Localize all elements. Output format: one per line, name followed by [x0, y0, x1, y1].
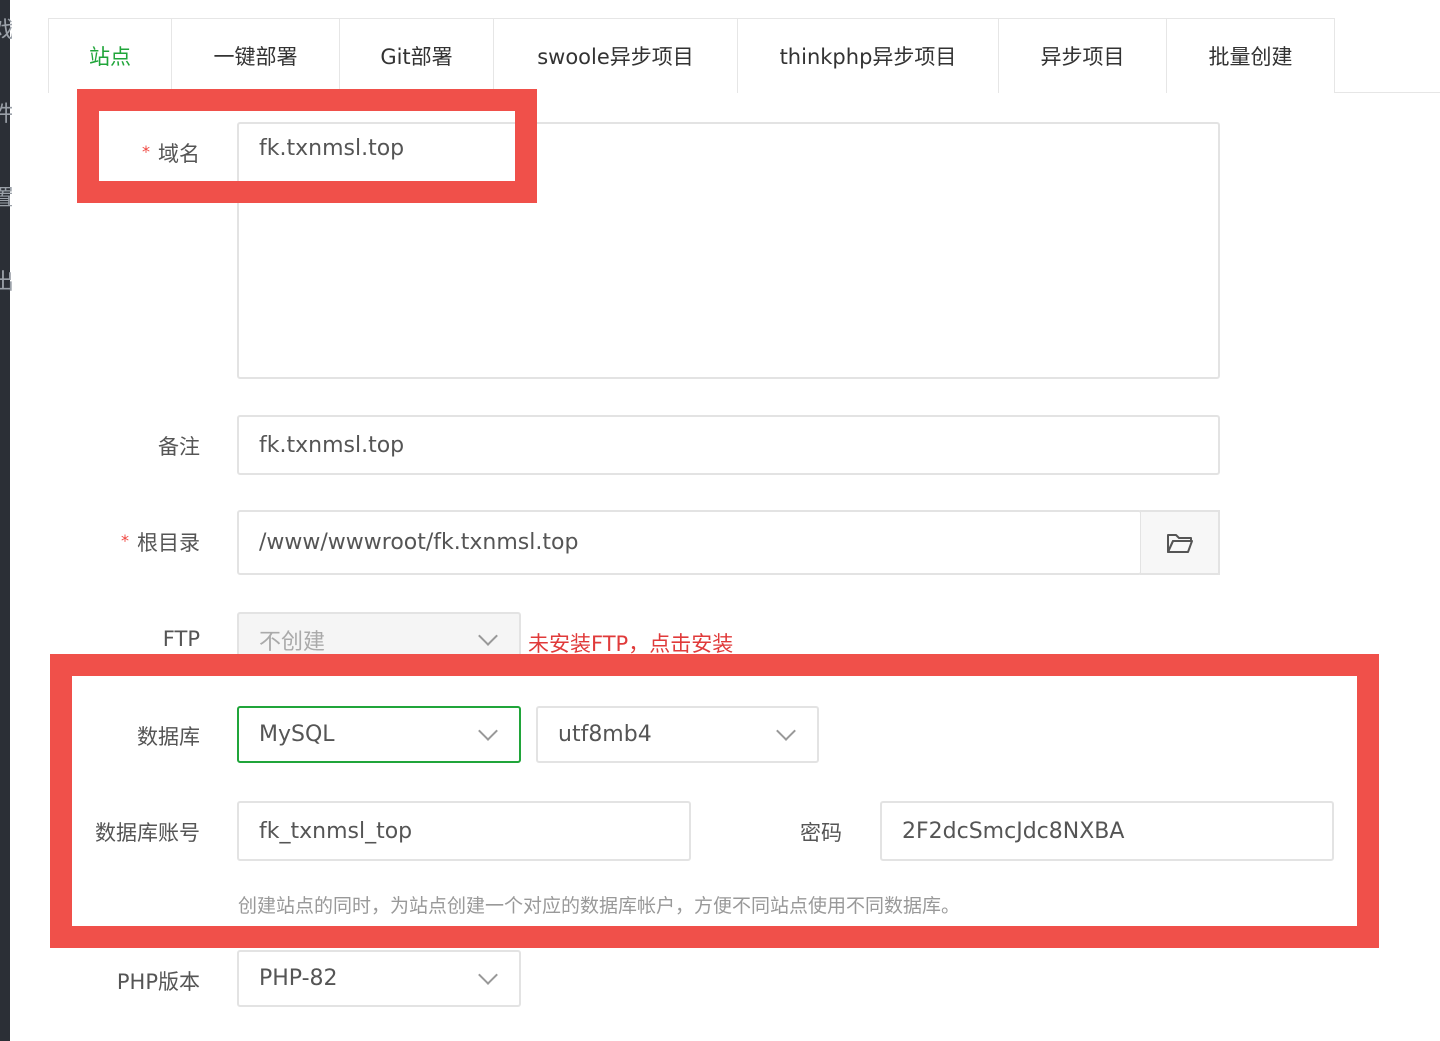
- required-mark: *: [142, 142, 150, 161]
- remark-label: 备注: [158, 435, 200, 459]
- sidebar-glyph: 置: [0, 186, 12, 211]
- tab-swoole-project[interactable]: swoole异步项目: [493, 18, 738, 93]
- database-hint: 创建站点的同时，为站点创建一个对应的数据库帐户，方便不同站点使用不同数据库。: [238, 895, 961, 917]
- tab-site[interactable]: 站点: [48, 18, 172, 93]
- ftp-select[interactable]: 不创建: [237, 612, 521, 668]
- database-type-select[interactable]: MySQL: [237, 706, 521, 763]
- database-label: 数据库: [137, 725, 200, 749]
- chevron-down-icon: [478, 626, 498, 646]
- tab-thinkphp-project[interactable]: thinkphp异步项目: [737, 18, 999, 93]
- browse-folder-button[interactable]: [1140, 510, 1220, 575]
- domain-label: * 域名: [142, 142, 200, 166]
- required-mark: *: [121, 531, 129, 550]
- ftp-label: FTP: [162, 627, 200, 651]
- sidebar-glyph: 件: [0, 102, 12, 127]
- tab-one-click-deploy[interactable]: 一键部署: [171, 18, 340, 93]
- php-version-select[interactable]: PHP-82: [237, 950, 521, 1007]
- chevron-down-icon: [776, 720, 796, 741]
- password-input[interactable]: 2F2dcSmcJdc8NXBA: [880, 801, 1334, 861]
- domain-textarea[interactable]: fk.txnmsl.top: [237, 122, 1220, 379]
- chevron-down-icon: [478, 964, 498, 985]
- db-account-input[interactable]: fk_txnmsl_top: [237, 801, 691, 861]
- password-label: 密码: [800, 821, 842, 845]
- tab-async-project[interactable]: 异步项目: [998, 18, 1167, 93]
- tab-bar: 站点 一键部署 Git部署 swoole异步项目 thinkphp异步项目 异步…: [48, 18, 1440, 93]
- tab-batch-create[interactable]: 批量创建: [1166, 18, 1335, 93]
- root-dir-input[interactable]: /www/wwwroot/fk.txnmsl.top: [237, 510, 1142, 575]
- sidebar-glyph: 出: [0, 270, 12, 295]
- charset-select[interactable]: utf8mb4: [536, 706, 819, 763]
- php-version-label: PHP版本: [116, 970, 200, 994]
- chevron-down-icon: [478, 720, 498, 741]
- install-ftp-link[interactable]: 未安装FTP，点击安装: [528, 628, 733, 658]
- folder-icon: [1166, 533, 1193, 553]
- remark-input[interactable]: fk.txnmsl.top: [237, 415, 1220, 475]
- db-account-label: 数据库账号: [95, 821, 200, 845]
- sidebar-glyph: 戏: [0, 18, 12, 43]
- tab-git-deploy[interactable]: Git部署: [339, 18, 494, 93]
- root-dir-label: * 根目录: [121, 531, 200, 555]
